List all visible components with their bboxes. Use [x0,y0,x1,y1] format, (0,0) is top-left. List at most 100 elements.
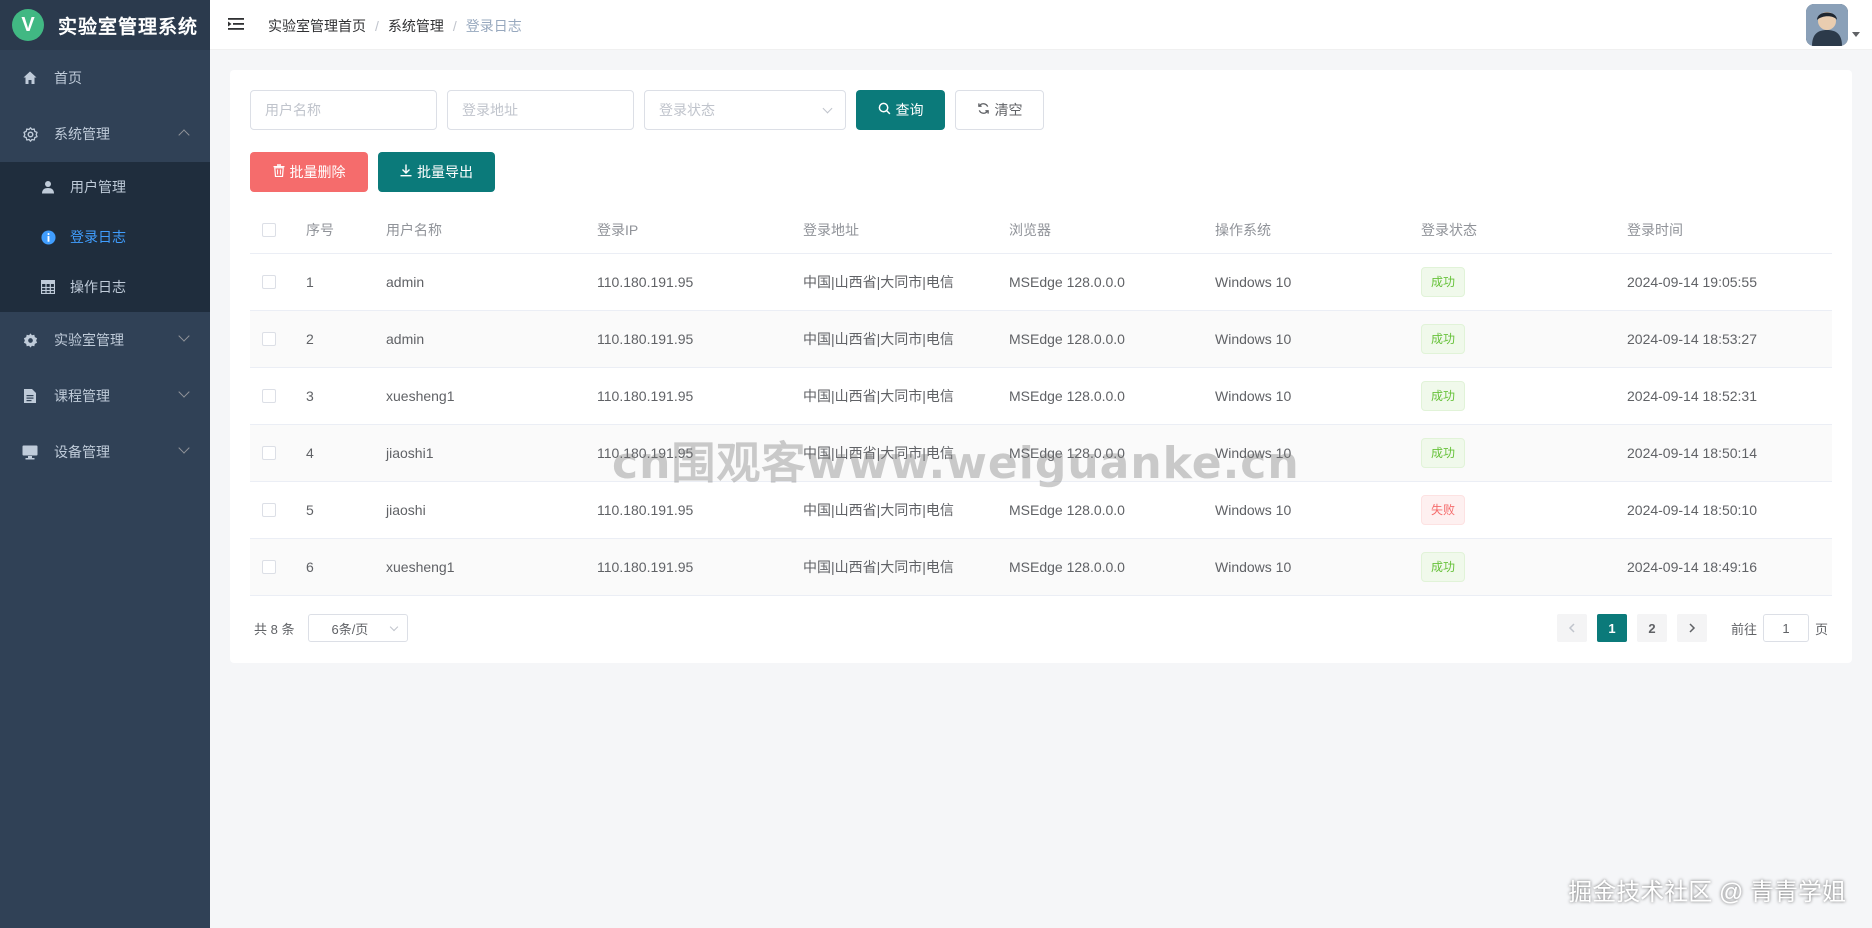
column-header: 登录地址 [803,221,859,238]
sidebar-item-lab-management[interactable]: 实验室管理 [0,312,210,368]
top-navbar: 实验室管理首页 / 系统管理 / 登录日志 [210,0,1872,50]
breadcrumb-separator: / [452,18,457,34]
pagination-summary: 共 8 条 6条/页 [254,614,409,642]
sidebar-item-label: 首页 [54,70,82,86]
cell-browser: MSEdge 128.0.0.0 [1009,502,1125,518]
batch-export-button[interactable]: 批量导出 [378,152,495,192]
app-logo[interactable]: V 实验室管理系统 [0,0,210,50]
sidebar-item-operation-log[interactable]: 操作日志 [0,262,210,312]
row-select-cell [250,275,306,289]
cell-browser: MSEdge 128.0.0.0 [1009,559,1125,575]
sidebar-item-system[interactable]: 系统管理 [0,106,210,162]
table-row[interactable]: 6 xuesheng1 110.180.191.95 中国|山西省|大同市|电信… [250,539,1832,596]
batch-delete-button[interactable]: 批量删除 [250,152,368,192]
cell-index: 2 [306,331,314,347]
breadcrumb-system[interactable]: 系统管理 [388,16,444,36]
query-button[interactable]: 查询 [856,90,945,130]
caret-down-icon[interactable] [1852,32,1860,37]
cell-browser: MSEdge 128.0.0.0 [1009,331,1125,347]
page-button-2[interactable]: 2 [1636,614,1667,642]
breadcrumb-separator: / [375,18,379,34]
row-checkbox[interactable] [262,560,276,574]
trash-icon [273,164,285,180]
breadcrumb-current: 登录日志 [465,18,522,34]
goto-page-input[interactable]: 1 [1762,614,1809,642]
home-icon [20,68,40,88]
sidebar-item-course-management[interactable]: 课程管理 [0,368,210,424]
search-form: 用户名称 登录地址 登录状态 查询 清空 [250,90,1044,130]
goto-prefix: 前往 [1730,621,1757,637]
column-header: 序号 [306,221,334,238]
row-checkbox[interactable] [262,503,276,517]
sidebar-item-label: 设备管理 [54,444,110,460]
table-row[interactable]: 2 admin 110.180.191.95 中国|山西省|大同市|电信 MSE… [250,311,1832,368]
username-search-input[interactable]: 用户名称 [250,90,437,130]
search-icon [878,102,891,118]
sidebar-toggle-icon[interactable] [226,14,248,36]
row-checkbox[interactable] [262,389,276,403]
column-header: 操作系统 [1215,221,1271,238]
cell-ip: 110.180.191.95 [597,331,694,347]
sidebar-item-label: 系统管理 [54,126,110,142]
monitor-icon [20,442,40,462]
clear-button[interactable]: 清空 [955,90,1044,130]
goto-suffix: 页 [1814,621,1828,637]
chevron-down-icon [390,622,399,632]
cell-index: 4 [306,445,314,461]
cell-address: 中国|山西省|大同市|电信 [803,331,954,347]
sidebar-item-label: 登录日志 [70,229,126,245]
address-search-input[interactable]: 登录地址 [447,90,634,130]
chevron-down-icon [178,386,190,398]
row-select-cell [250,446,306,460]
sidebar-item-login-log[interactable]: 登录日志 [0,212,210,262]
cell-address: 中国|山西省|大同市|电信 [803,388,954,404]
next-page-button[interactable] [1676,614,1707,642]
status-select[interactable]: 登录状态 [644,90,846,130]
pagination: 1 2 前往 1 页 [1547,614,1828,642]
chevron-up-icon [178,129,190,141]
batch-export-label: 批量导出 [417,164,473,180]
table-row[interactable]: 3 xuesheng1 110.180.191.95 中国|山西省|大同市|电信… [250,368,1832,425]
cell-address: 中国|山西省|大同市|电信 [803,559,954,575]
cell-username: xuesheng1 [386,559,455,575]
cell-time: 2024-09-14 18:50:14 [1627,445,1757,461]
sidebar-item-home[interactable]: 首页 [0,50,210,106]
cell-os: Windows 10 [1215,274,1292,290]
sidebar-item-user-management[interactable]: 用户管理 [0,162,210,212]
breadcrumb: 实验室管理首页 / 系统管理 / 登录日志 [268,16,522,36]
page-size-select[interactable]: 6条/页 [308,614,409,642]
cell-ip: 110.180.191.95 [597,274,694,290]
user-avatar[interactable] [1806,4,1848,46]
row-checkbox[interactable] [262,275,276,289]
cell-status: 成功 [1421,324,1627,354]
status-badge: 成功 [1421,438,1466,468]
status-select-placeholder: 登录状态 [659,102,715,118]
cell-status: 成功 [1421,381,1627,411]
sidebar-item-equipment-management[interactable]: 设备管理 [0,424,210,480]
select-all-checkbox[interactable] [262,222,276,237]
prev-page-button[interactable] [1556,614,1587,642]
total-count: 共 8 条 [254,621,295,637]
cell-os: Windows 10 [1215,331,1292,347]
status-badge: 失败 [1421,495,1466,525]
sidebar-item-label: 用户管理 [70,179,126,195]
table-row[interactable]: 1 admin 110.180.191.95 中国|山西省|大同市|电信 MSE… [250,254,1832,311]
page-button-1[interactable]: 1 [1596,614,1627,642]
cell-index: 1 [306,274,314,290]
user-icon [40,179,56,195]
document-icon [20,386,40,406]
cell-ip: 110.180.191.95 [597,388,694,404]
row-checkbox[interactable] [262,446,276,460]
cell-address: 中国|山西省|大同市|电信 [803,274,954,290]
cell-browser: MSEdge 128.0.0.0 [1009,388,1125,404]
submenu-system: 用户管理 登录日志 操作日志 [0,162,210,312]
row-checkbox[interactable] [262,332,276,346]
column-header: 登录状态 [1421,221,1477,238]
cell-ip: 110.180.191.95 [597,502,694,518]
breadcrumb-home[interactable]: 实验室管理首页 [268,16,366,36]
row-select-cell [250,332,306,346]
watermark-center: cn围观客www.weiguanke.cn [612,438,1300,489]
row-select-cell [250,503,306,517]
cell-time: 2024-09-14 18:49:16 [1627,559,1757,575]
cell-index: 6 [306,559,314,575]
